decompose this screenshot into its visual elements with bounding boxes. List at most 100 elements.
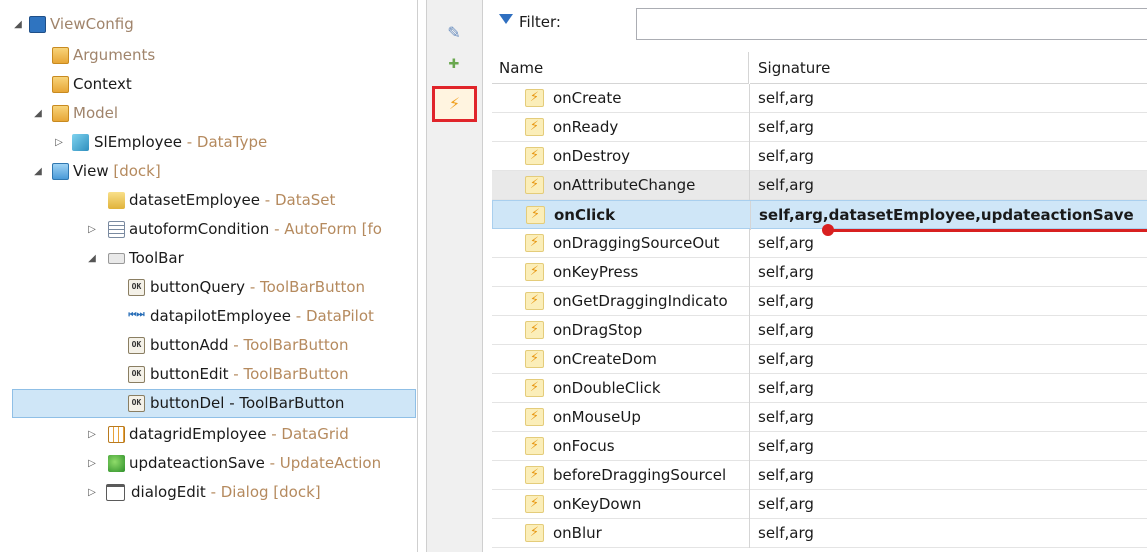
event-name: onCreate [553,89,622,107]
tree-node-slemployee[interactable]: ▷ SlEmployee - DataType [0,128,417,157]
collapse-arrow-icon[interactable]: ▷ [86,478,98,507]
event-row[interactable]: ⚡ onDestroy self,arg [492,142,1147,171]
event-signature: self,arg [758,176,814,194]
column-divider [749,316,750,345]
datagrid-icon [108,426,125,443]
tree-node-datasetemployee[interactable]: datasetEmployee - DataSet [0,186,417,215]
column-divider [749,403,750,432]
column-divider [749,345,750,374]
event-row[interactable]: ⚡ onAttributeChange self,arg [492,171,1147,200]
column-header-signature[interactable]: Signature [750,52,1147,84]
column-divider [749,258,750,287]
tree-node-context[interactable]: Context [0,70,417,99]
tree-node-toolbar[interactable]: ◢ ToolBar [0,244,417,273]
events-panel: Filter: Name Signature ⚡ onCreate self,arg… [487,0,1147,552]
column-divider [749,142,750,171]
event-row[interactable]: ⚡ onMouseUp self,arg [492,403,1147,432]
event-row[interactable]: ⚡ onKeyDown self,arg [492,490,1147,519]
event-row[interactable]: ⚡ onCreateDom self,arg [492,345,1147,374]
event-lightning-icon: ⚡ [525,118,544,136]
event-row[interactable]: ⚡ onBlur self,arg [492,519,1147,548]
event-row[interactable]: ⚡ onFocus self,arg [492,432,1147,461]
tree-node-datagridemployee[interactable]: ▷ datagridEmployee - DataGrid [0,420,417,449]
tree-node-label: buttonEdit [150,365,229,383]
event-row[interactable]: ⚡ onGetDraggingIndicato self,arg [492,287,1147,316]
tree-node-buttonedit[interactable]: OK buttonEdit - ToolBarButton [0,360,417,389]
view-config-icon [29,16,46,33]
tree-node-buttonquery[interactable]: OK buttonQuery - ToolBarButton [0,273,417,302]
column-divider [749,229,750,258]
event-row[interactable]: ⚡ onKeyPress self,arg [492,258,1147,287]
event-name: onDoubleClick [553,379,661,397]
event-row[interactable]: ⚡ onDraggingSourceOut self,arg [492,229,1147,258]
event-signature: self,arg [758,292,814,310]
collapse-arrow-icon[interactable]: ▷ [86,449,98,478]
event-name: onGetDraggingIndicato [553,292,728,310]
event-lightning-icon: ⚡ [525,263,544,281]
tree-node-type: - ToolBarButton [228,336,349,354]
event-row[interactable]: ⚡ onDoubleClick self,arg [492,374,1147,403]
event-signature: self,arg [758,466,814,484]
filter-input[interactable] [636,8,1147,40]
filter-label: Filter: [519,13,561,31]
event-name: onBlur [553,524,602,542]
tree-node-label: autoformCondition [129,220,270,238]
tree-node-buttondel[interactable]: OK buttonDel - ToolBarButton [12,389,416,418]
tree-node-buttonadd[interactable]: OK buttonAdd - ToolBarButton [0,331,417,360]
tree-node-label: Context [73,75,132,93]
tree-node-label: Model [73,104,119,122]
event-lightning-icon: ⚡ [525,379,544,397]
tree-node-autoformcondition[interactable]: ▷ autoformCondition - AutoForm [fo [0,215,417,244]
event-name: onClick [554,206,616,224]
view-config-tree[interactable]: ◢ ViewConfig Arguments Context ◢ Model ▷… [0,0,418,552]
column-divider [749,519,750,548]
ok-button-icon: OK [128,366,145,383]
event-signature: self,arg [758,350,814,368]
updateaction-icon [108,455,125,472]
event-lightning-icon: ⚡ [525,466,544,484]
column-divider [749,461,750,490]
tree-node-model[interactable]: ◢ Model [0,99,417,128]
event-row[interactable]: ⚡ onReady self,arg [492,113,1147,142]
expand-arrow-icon[interactable]: ◢ [12,10,24,39]
tree-node-type: - DataSet [260,191,336,209]
dataset-icon [108,192,125,209]
tree-node-datapilotemployee[interactable]: ⏮⏭ datapilotEmployee - DataPilot [0,302,417,331]
arguments-folder-icon [52,47,69,64]
event-signature: self,arg [758,263,814,281]
event-row[interactable]: ⚡ onDragStop self,arg [492,316,1147,345]
ok-button-icon: OK [128,395,145,412]
event-lightning-icon: ⚡ [525,524,544,542]
event-row[interactable]: ⚡ onCreate self,arg [492,84,1147,113]
tree-node-updateactionsave[interactable]: ▷ updateactionSave - UpdateAction [0,449,417,478]
event-lightning-icon: ⚡ [525,495,544,513]
expand-arrow-icon[interactable]: ◢ [32,99,44,128]
pin-button[interactable]: ✚ [436,52,472,80]
event-row[interactable]: ⚡ onClick self,arg,datasetEmployee,updatea… [492,200,1147,230]
collapse-arrow-icon[interactable]: ▷ [53,128,65,157]
column-divider [750,201,751,230]
tree-node-dialogedit[interactable]: ▷ dialogEdit - Dialog [dock] [0,478,417,507]
event-signature: self,arg [758,524,814,542]
column-divider [749,84,750,113]
tree-node-arguments[interactable]: Arguments [0,41,417,70]
tree-node-viewconfig[interactable]: ◢ ViewConfig [0,10,417,39]
pin-icon: ✚ [448,57,460,72]
events-button[interactable]: ⚡ [432,86,477,122]
tree-node-label: datagridEmployee [129,425,267,443]
event-signature: self,arg [758,118,814,136]
event-name: onMouseUp [553,408,641,426]
expand-arrow-icon[interactable]: ◢ [32,157,44,186]
tree-node-label: buttonQuery [150,278,246,296]
dialog-icon [106,484,125,501]
column-header-name[interactable]: Name [492,52,749,84]
collapse-arrow-icon[interactable]: ▷ [86,420,98,449]
event-name: onKeyPress [553,263,639,281]
column-divider [749,374,750,403]
expand-arrow-icon[interactable]: ◢ [86,244,98,273]
tree-node-label: SlEmployee [94,133,182,151]
collapse-arrow-icon[interactable]: ▷ [86,215,98,244]
properties-button[interactable]: ✎ [436,20,472,48]
tree-node-view[interactable]: ◢ View [dock] [0,157,417,186]
event-row[interactable]: ⚡ beforeDraggingSourcel self,arg [492,461,1147,490]
